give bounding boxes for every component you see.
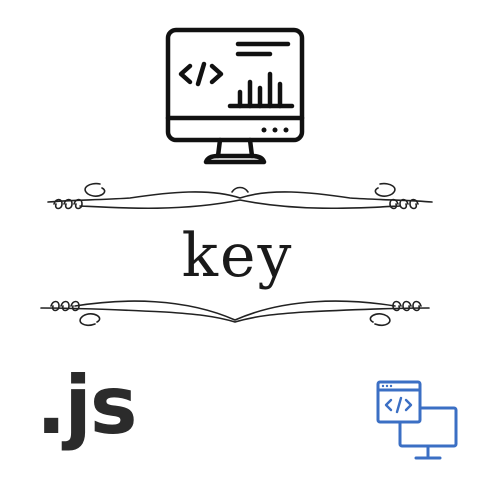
main-word: key: [181, 221, 294, 291]
window-code-monitor-icon: [376, 380, 458, 460]
js-logo-text: .js: [36, 359, 137, 452]
ornamental-divider-bottom: [40, 300, 430, 327]
ornamental-divider-top: [47, 182, 433, 210]
monitor-code-chart-icon: [165, 27, 305, 165]
